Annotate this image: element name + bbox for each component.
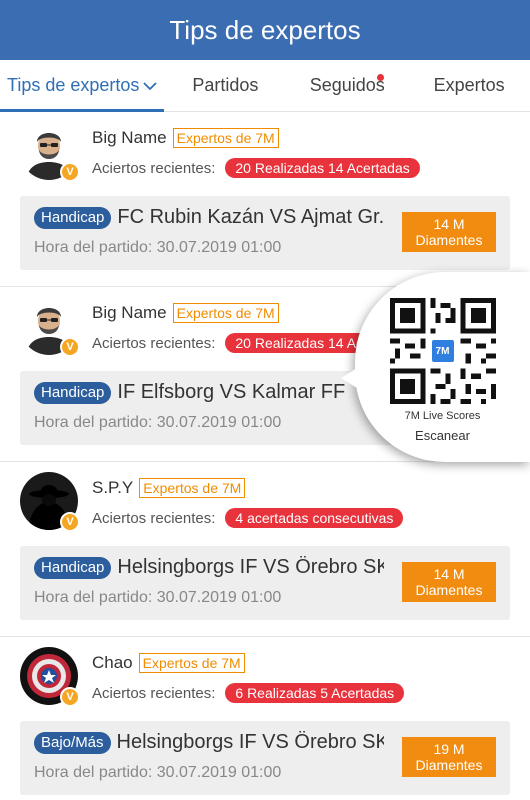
match-title: Helsingborgs IF VS Örebro SK — [117, 556, 384, 578]
buy-tip-button[interactable]: 14 M Diamentes — [402, 212, 496, 252]
bet-type-pill: Handicap — [34, 206, 112, 229]
tab-bar: Tips de expertos Partidos Seguidos Exper… — [0, 60, 530, 112]
chevron-down-icon — [143, 75, 158, 96]
match-card[interactable]: Bajo/Más Helsingborgs IF VS Örebro SK Ho… — [20, 721, 510, 795]
verified-icon: V — [60, 162, 80, 182]
app-logo-icon: 7M — [429, 338, 456, 364]
tip-post[interactable]: V Big Name Expertos de 7M Aciertos recie… — [0, 112, 530, 287]
expert-tag: Expertos de 7M — [139, 478, 246, 498]
buy-tip-button[interactable]: 19 M Diamentes — [402, 737, 496, 777]
match-card[interactable]: Handicap Helsingborgs IF VS Örebro SK Ho… — [20, 546, 510, 620]
stats-label: Aciertos recientes: — [92, 509, 216, 527]
expert-name[interactable]: Chao — [92, 653, 133, 673]
match-title: FC Rubin Kazán VS Ajmat Gr... — [117, 206, 384, 228]
stats-label: Aciertos recientes: — [92, 334, 216, 352]
expert-tag: Expertos de 7M — [138, 653, 245, 673]
avatar[interactable]: V — [20, 472, 80, 532]
bet-type-pill: Bajo/Más — [34, 731, 111, 754]
qr-caption: 7M Live Scores — [404, 410, 481, 422]
price-amount: 14 M — [433, 216, 465, 232]
tip-post[interactable]: V Chao Expertos de 7M Aciertos recientes… — [0, 637, 530, 800]
stats-label: Aciertos recientes: — [92, 159, 216, 177]
tab-label: Partidos — [192, 75, 259, 95]
stats-badge: 20 Realizadas 14 Acertadas — [225, 158, 420, 178]
avatar[interactable]: V — [20, 297, 80, 357]
avatar[interactable]: V — [20, 122, 80, 182]
expert-name[interactable]: S.P.Y — [92, 478, 133, 498]
price-unit: Diamentes — [415, 582, 483, 598]
tip-post[interactable]: V S.P.Y Expertos de 7M Aciertos reciente… — [0, 462, 530, 637]
price-amount: 14 M — [433, 566, 465, 582]
tab-seguidos[interactable]: Seguidos — [286, 60, 408, 111]
stats-label: Aciertos recientes: — [92, 684, 216, 702]
verified-icon: V — [60, 337, 80, 357]
tab-partidos[interactable]: Partidos — [164, 60, 286, 111]
expert-tag: Expertos de 7M — [172, 303, 279, 323]
tab-expertos[interactable]: Expertos — [408, 60, 530, 111]
qr-code[interactable]: 7M — [389, 298, 496, 404]
price-unit: Diamentes — [415, 757, 483, 773]
stats-badge: 6 Realizadas 5 Acertadas — [225, 683, 405, 703]
tab-label: Seguidos — [309, 75, 385, 95]
avatar[interactable]: V — [20, 647, 80, 707]
page-title: Tips de expertos — [169, 14, 361, 45]
price-amount: 19 M — [433, 741, 465, 757]
tab-label: Expertos — [433, 75, 505, 95]
expert-tag: Expertos de 7M — [172, 128, 279, 148]
verified-icon: V — [60, 512, 80, 532]
tab-tips-de-expertos[interactable]: Tips de expertos — [0, 60, 165, 112]
match-title: Helsingborgs IF VS Örebro SK — [116, 731, 384, 753]
price-unit: Diamentes — [415, 232, 483, 248]
verified-icon: V — [60, 687, 80, 707]
qr-popup[interactable]: 7M 7M Live Scores Escanear — [341, 272, 530, 462]
app-header: Tips de expertos — [0, 0, 530, 60]
bet-type-pill: Handicap — [34, 556, 112, 579]
expert-name[interactable]: Big Name — [92, 303, 167, 323]
scan-button[interactable]: Escanear — [415, 428, 470, 443]
stats-badge: 4 acertadas consecutivas — [225, 508, 404, 528]
tab-label: Tips de expertos — [7, 75, 140, 95]
bet-type-pill: Handicap — [34, 381, 112, 404]
popup-pointer — [341, 368, 357, 388]
expert-name[interactable]: Big Name — [92, 128, 167, 148]
match-title: IF Elfsborg VS Kalmar FF — [117, 381, 346, 403]
match-card[interactable]: Handicap FC Rubin Kazán VS Ajmat Gr... H… — [20, 196, 510, 270]
buy-tip-button[interactable]: 14 M Diamentes — [402, 562, 496, 602]
